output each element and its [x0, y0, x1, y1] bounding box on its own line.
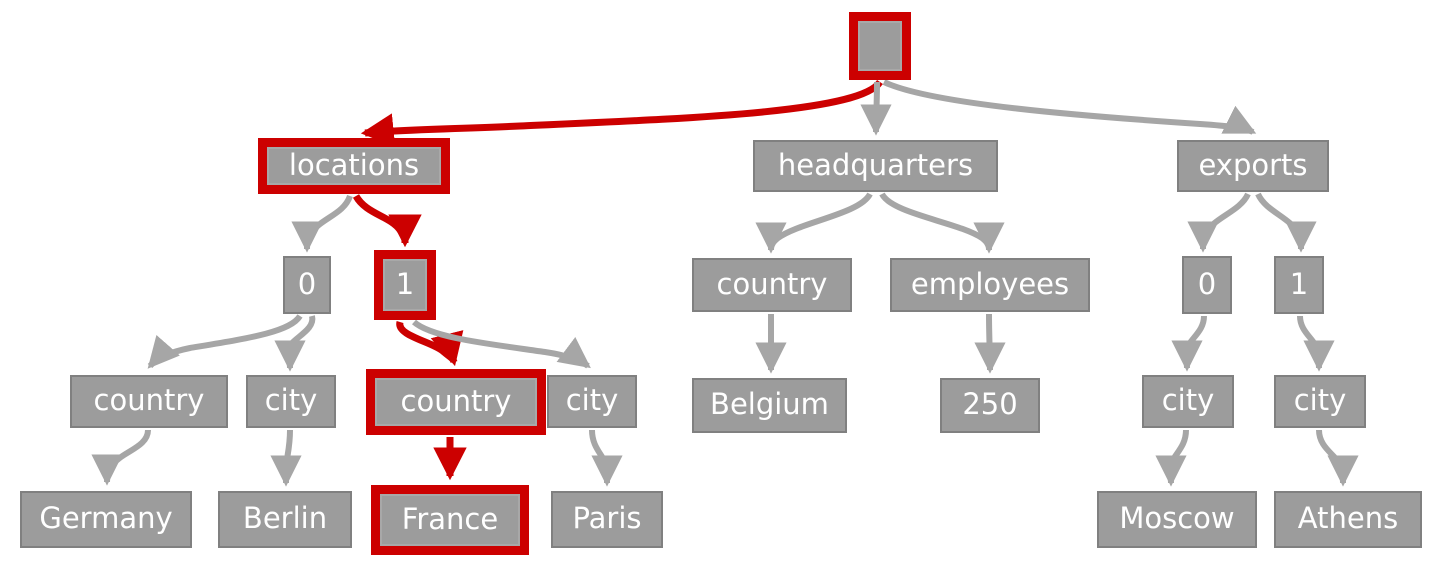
tree-node-label: country: [93, 383, 205, 417]
tree-node-body: city: [1144, 377, 1232, 426]
tree-node-label: France: [401, 501, 499, 536]
edge-root-to-locations: [360, 79, 883, 147]
edge-exp-1-to-exp1-city: [1297, 315, 1335, 372]
tree-node-exports[interactable]: exports: [1177, 140, 1329, 192]
edge-locations-to-loc-1: [352, 194, 422, 248]
tree-node-locations[interactable]: locations: [258, 138, 450, 194]
tree-node-label: Germany: [39, 501, 173, 535]
tree-node-label: city: [264, 383, 318, 417]
tree-node-body: exports: [1179, 142, 1327, 190]
tree-node-body: Paris: [553, 493, 661, 546]
tree-node-label: Athens: [1297, 501, 1399, 535]
tree-node-label: exports: [1198, 147, 1308, 182]
edge-hq-employees-to-250: [974, 313, 1006, 374]
edge-loc1-city-to-Paris: [589, 429, 623, 487]
tree-node-label: Berlin: [242, 501, 328, 535]
tree-node-city[interactable]: city: [547, 375, 637, 428]
tree-node-250[interactable]: 250: [940, 378, 1040, 433]
tree-node-body: country: [375, 378, 537, 426]
tree-node-france[interactable]: France: [371, 485, 529, 555]
tree-node-city[interactable]: city: [246, 375, 336, 428]
edge-exp0-city-to-Moscow: [1155, 429, 1189, 487]
edge-locations-to-loc-0: [291, 194, 353, 253]
edge-headquarters-to-hq-country: [755, 192, 873, 254]
tree-node-belgium[interactable]: Belgium: [692, 378, 847, 433]
tree-node-label: 0: [297, 266, 317, 301]
edge-loc0-country-to-Germany: [91, 429, 151, 486]
tree-node-body: locations: [267, 147, 441, 185]
tree-node-body: country: [72, 377, 226, 426]
tree-node-label: locations: [288, 147, 420, 182]
tree-node-body: 0: [1184, 258, 1230, 312]
edge-loc-1-to-loc1-city: [412, 319, 591, 369]
edge-root-to-exports: [882, 79, 1257, 135]
tree-node-body: 1: [1276, 258, 1322, 312]
tree-node-city[interactable]: city: [1274, 375, 1366, 428]
tree-node-label: country: [716, 266, 828, 301]
edge-root-to-headquarters: [860, 81, 892, 136]
tree-node-body: headquarters: [755, 142, 996, 190]
tree-node-body: city: [1276, 377, 1364, 426]
tree-node-germany[interactable]: Germany: [20, 491, 192, 548]
tree-node-body: city: [549, 377, 635, 426]
tree-node-label: 0: [1197, 266, 1217, 301]
tree-node-label: city: [1161, 383, 1215, 417]
tree-node-label: Paris: [572, 501, 642, 535]
tree-node-body: employees: [892, 260, 1088, 310]
tree-node-body: Belgium: [694, 380, 845, 431]
tree-node-label: city: [565, 383, 619, 417]
tree-node-berlin[interactable]: Berlin: [218, 491, 352, 548]
tree-node-body: [858, 21, 902, 71]
edge-exp-0-to-exp0-city: [1171, 315, 1207, 372]
edge-loc-0-to-loc0-country: [147, 314, 303, 369]
tree-node-1[interactable]: 1: [1274, 256, 1324, 314]
tree-node-0[interactable]: 0: [1182, 256, 1232, 314]
tree-node-city[interactable]: city: [1142, 375, 1234, 428]
edge-loc-1-to-loc1-country: [396, 321, 464, 367]
tree-node-label: country: [400, 383, 512, 418]
tree-node-body: city: [248, 377, 334, 426]
tree-node-country[interactable]: country: [366, 369, 546, 435]
tree-node-paris[interactable]: Paris: [551, 491, 663, 548]
tree-node-headquarters[interactable]: headquarters: [753, 140, 998, 192]
tree-node-body: 1: [383, 259, 427, 311]
edge-exports-to-exp-0: [1187, 192, 1251, 253]
tree-node-label: Moscow: [1119, 501, 1235, 535]
tree-node-body: Germany: [22, 493, 190, 546]
tree-node-body: Moscow: [1099, 493, 1255, 546]
tree-node-label: Belgium: [710, 387, 829, 421]
tree-node-body: 250: [942, 380, 1038, 431]
tree-node-body: country: [694, 260, 850, 310]
tree-node-moscow[interactable]: Moscow: [1097, 491, 1257, 548]
tree-node-0[interactable]: 0: [283, 256, 331, 314]
edge-exp1-city-to-Athens: [1316, 429, 1359, 487]
tree-node-body: 0: [285, 258, 329, 312]
tree-node-athens[interactable]: Athens: [1274, 491, 1422, 548]
tree-node-body: Berlin: [220, 493, 350, 546]
edge-headquarters-to-hq-employees: [879, 192, 1005, 254]
json-tree-diagram: locations headquarters exports 0 1 country emp…: [0, 0, 1432, 565]
tree-node-country[interactable]: country: [70, 375, 228, 428]
tree-node-label: 1: [395, 266, 415, 301]
tree-node-1[interactable]: 1: [374, 250, 436, 320]
tree-node-label: 250: [962, 387, 1018, 421]
tree-node-body: Athens: [1276, 493, 1420, 546]
tree-node-label: headquarters: [777, 147, 974, 182]
edge-loc0-city-to-Berlin: [270, 429, 302, 487]
edge-exports-to-exp-1: [1255, 192, 1317, 253]
edge-loc-0-to-loc0-city: [274, 315, 316, 372]
tree-node-label: employees: [910, 266, 1070, 301]
tree-node-employees[interactable]: employees: [890, 258, 1090, 312]
tree-node-label: 1: [1289, 266, 1309, 301]
tree-node-root[interactable]: [849, 12, 911, 80]
tree-node-label: city: [1293, 383, 1347, 417]
tree-node-country[interactable]: country: [692, 258, 852, 312]
tree-node-body: France: [380, 494, 520, 546]
